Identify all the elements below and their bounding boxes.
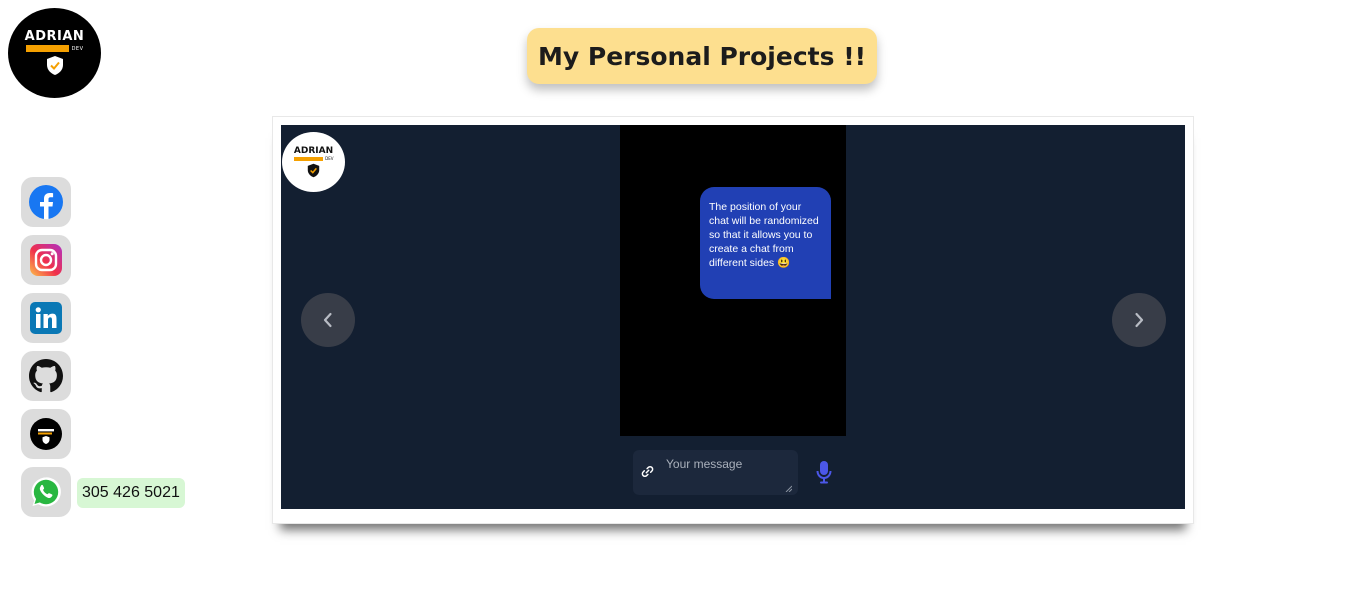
instagram-icon xyxy=(30,244,62,276)
slide-logo-bar: DEV xyxy=(293,156,334,161)
message-placeholder: Your message xyxy=(666,457,743,471)
shield-check-icon xyxy=(307,163,320,178)
logo-word: ADRIAN xyxy=(24,29,85,44)
linkedin-icon xyxy=(30,302,62,334)
logo-sub: DEV xyxy=(71,45,84,52)
link-icon xyxy=(641,465,654,478)
github-icon xyxy=(29,359,63,393)
carousel-prev-button[interactable] xyxy=(301,293,355,347)
project-carousel: ADRIAN DEV The position of your chat wil… xyxy=(272,116,1194,524)
message-composer: Your message xyxy=(620,436,846,509)
shield-check-icon xyxy=(46,56,63,75)
whatsapp-icon xyxy=(31,477,61,507)
slide-logo-sub: DEV xyxy=(325,156,334,161)
logo-bar: DEV xyxy=(25,45,84,52)
slide-logo: ADRIAN DEV xyxy=(282,132,345,192)
adrian-dev-logo-icon xyxy=(30,418,62,450)
message-input[interactable]: Your message xyxy=(633,450,798,495)
whatsapp-phone-number[interactable]: 305 426 5021 xyxy=(77,478,185,508)
whatsapp-link[interactable] xyxy=(21,467,71,517)
microphone-icon[interactable] xyxy=(816,460,832,484)
site-logo[interactable]: ADRIAN DEV xyxy=(8,8,101,98)
chat-bubble: The position of your chat will be random… xyxy=(700,187,831,299)
carousel-slide: ADRIAN DEV The position of your chat wil… xyxy=(281,125,1185,509)
linkedin-link[interactable] xyxy=(21,293,71,343)
page-title-banner: My Personal Projects !! xyxy=(527,28,877,84)
adrian-dev-link[interactable] xyxy=(21,409,71,459)
carousel-next-button[interactable] xyxy=(1112,293,1166,347)
chevron-left-icon xyxy=(323,312,332,328)
page-title: My Personal Projects !! xyxy=(538,41,866,71)
instagram-link[interactable] xyxy=(21,235,71,285)
github-link[interactable] xyxy=(21,351,71,401)
slide-logo-word: ADRIAN xyxy=(293,146,334,156)
facebook-icon xyxy=(29,185,63,219)
chevron-right-icon xyxy=(1135,312,1144,328)
resize-grip-icon xyxy=(785,485,792,492)
facebook-link[interactable] xyxy=(21,177,71,227)
chat-app-preview: The position of your chat will be random… xyxy=(620,125,846,509)
